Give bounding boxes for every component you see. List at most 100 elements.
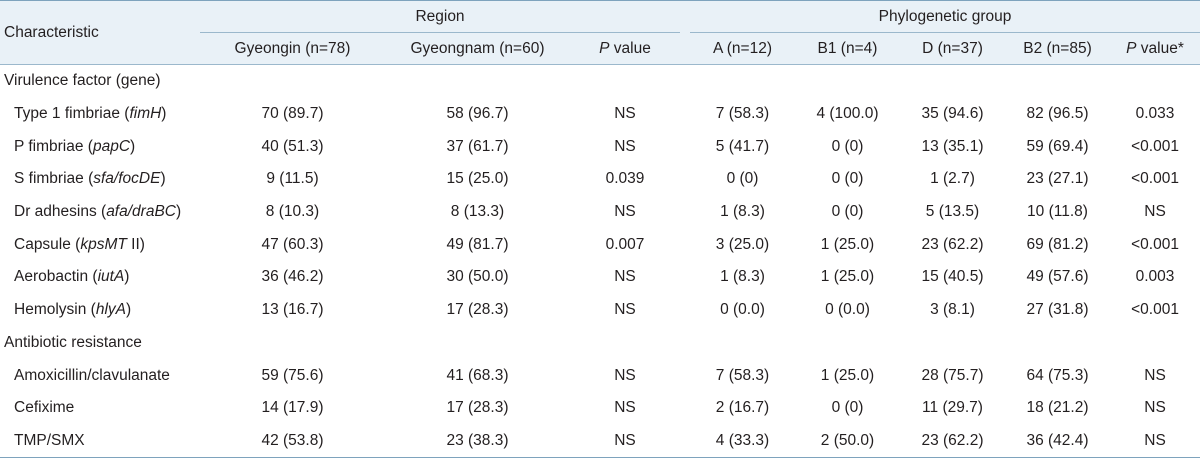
table-row: S fimbriae (sfa/focDE) 9 (11.5) 15 (25.0) 0… <box>0 163 1200 196</box>
phylogenetic-group-header: Phylogenetic group <box>690 0 1200 33</box>
section-title: Virulence factor (gene) <box>4 72 161 90</box>
cell-group-a: 1 (8.3) <box>720 268 765 286</box>
cell-group-b1: 0 (0) <box>831 203 864 221</box>
cell-gyeongnam: 58 (96.7) <box>446 105 509 123</box>
cell-gyeongin: 9 (11.5) <box>266 170 319 188</box>
col-group-a: A (n=12) <box>690 32 795 65</box>
cell-group-d: 13 (35.1) <box>921 137 984 155</box>
table-row: P fimbriae (papC) 40 (51.3) 37 (61.7) NS 5 (… <box>0 130 1200 163</box>
cell-group-b1: 1 (25.0) <box>820 366 875 384</box>
cell-group-a: 1 (8.3) <box>720 203 765 221</box>
row-label: Capsule (kpsMT II) <box>14 235 145 253</box>
cell-group-b2: 10 (11.8) <box>1027 203 1088 221</box>
cell-region-p-value: NS <box>570 424 680 459</box>
section-title: Antibiotic resistance <box>4 333 142 351</box>
row-label: Hemolysin (hlyA) <box>14 301 132 319</box>
cell-gyeongnam: 8 (13.3) <box>450 203 505 221</box>
cell-group-b2: 27 (31.8) <box>1026 301 1089 319</box>
cell-region-p-value: 0.039 <box>605 170 645 188</box>
characteristic-header: Characteristic <box>0 0 200 65</box>
cell-group-b2: 69 (81.2) <box>1026 235 1089 253</box>
cell-group-a: 5 (41.7) <box>715 137 770 155</box>
cell-region-p-value: NS <box>614 366 636 384</box>
table-row: Cefixime 14 (17.9) 17 (28.3) NS 2 (16.7) 0 (0… <box>0 392 1200 425</box>
row-label: S fimbriae (sfa/focDE) <box>14 170 166 188</box>
cell-group-d: 15 (40.5) <box>921 268 984 286</box>
table-row: Dr adhesins (afa/draBC) 8 (10.3) 8 (13.3) N… <box>0 196 1200 229</box>
cell-region-p-value: NS <box>614 399 636 417</box>
cell-group-d: 23 (62.2) <box>900 424 1005 459</box>
cell-group-a: 2 (16.7) <box>715 399 770 417</box>
cell-group-d: 5 (13.5) <box>925 203 980 221</box>
gene-name: fimH <box>129 105 162 123</box>
table-row: Aerobactin (iutA) 36 (46.2) 30 (50.0) NS 1 (… <box>0 261 1200 294</box>
cell-region-p-value: NS <box>614 268 636 286</box>
gene-name: iutA <box>97 268 125 286</box>
header-row-groups: Characteristic Region Phylogenetic group <box>0 0 1200 65</box>
cell-group-p-value: 0.033 <box>1135 105 1175 123</box>
cell-gyeongnam: 17 (28.3) <box>446 399 509 417</box>
region-header: Region <box>200 0 680 33</box>
table-row: Amoxicillin/clavulanate 59 (75.6) 41 (68.3… <box>0 359 1200 392</box>
cell-gyeongnam: 37 (61.7) <box>446 137 509 155</box>
cell-region-p-value: NS <box>614 203 636 221</box>
table-row: Capsule (kpsMT II) 47 (60.3) 49 (81.7) 0.00… <box>0 228 1200 261</box>
cell-group-b1: 0 (0) <box>831 170 864 188</box>
row-label: P fimbriae (papC) <box>14 137 136 155</box>
cell-gyeongnam: 23 (38.3) <box>385 424 570 459</box>
cell-group-p-value: NS <box>1144 399 1166 417</box>
cell-gyeongin: 40 (51.3) <box>261 137 324 155</box>
col-group-b2: B2 (n=85) <box>1005 32 1110 65</box>
cell-gyeongnam: 15 (25.0) <box>446 170 509 188</box>
col-group-p-value: P value* <box>1110 32 1200 65</box>
table-row: Type 1 fimbriae (fimH) 70 (89.7) 58 (96.7)… <box>0 98 1200 131</box>
cell-group-a: 0 (0.0) <box>720 301 765 319</box>
cell-gyeongnam: 49 (81.7) <box>446 235 509 253</box>
cell-region-p-value: NS <box>614 301 636 319</box>
gene-name: hlyA <box>95 301 126 319</box>
cell-group-a: 0 (0) <box>726 170 759 188</box>
cell-group-b1: 1 (25.0) <box>820 235 875 253</box>
cell-gyeongin: 59 (75.6) <box>261 366 324 384</box>
cell-gyeongin: 36 (46.2) <box>261 268 324 286</box>
cell-group-b2: 23 (27.1) <box>1026 170 1089 188</box>
section-row: Virulence factor (gene) <box>0 65 1200 98</box>
col-gyeongin: Gyeongin (n=78) <box>200 32 385 65</box>
table-row: Hemolysin (hlyA) 13 (16.7) 17 (28.3) NS 0 (0… <box>0 294 1200 327</box>
cell-gyeongin: 14 (17.9) <box>261 399 324 417</box>
cell-group-d: 1 (2.7) <box>930 170 975 188</box>
col-group-d: D (n=37) <box>900 32 1005 65</box>
cell-group-b2: 59 (69.4) <box>1026 137 1089 155</box>
cell-group-a: 3 (25.0) <box>715 235 770 253</box>
cell-region-p-value: NS <box>614 105 636 123</box>
cell-group-p-value: <0.001 <box>1131 170 1179 188</box>
cell-group-p-value: <0.001 <box>1131 301 1179 319</box>
cell-gyeongnam: 30 (50.0) <box>446 268 509 286</box>
cell-region-p-value: 0.007 <box>605 235 645 253</box>
gene-name: afa/draBC <box>106 203 176 221</box>
cell-group-a: 7 (58.3) <box>715 105 770 123</box>
gene-name: papC <box>92 137 131 155</box>
row-label: Amoxicillin/clavulanate <box>14 366 170 384</box>
cell-group-b1: 2 (50.0) <box>795 424 900 459</box>
section-row: Antibiotic resistance <box>0 327 1200 360</box>
cell-group-b2: 82 (96.5) <box>1026 105 1089 123</box>
row-label: Aerobactin (iutA) <box>14 268 130 286</box>
cell-gyeongnam: 41 (68.3) <box>446 366 509 384</box>
cell-group-a: 4 (33.3) <box>690 424 795 459</box>
col-region-p-value: P value <box>570 32 680 65</box>
cell-group-d: 28 (75.7) <box>921 366 984 384</box>
table-row: TMP/SMX 42 (53.8) 23 (38.3) NS 4 (33.3) 2 (50… <box>0 424 1200 459</box>
row-label: TMP/SMX <box>0 424 200 459</box>
cell-group-d: 23 (62.2) <box>921 235 984 253</box>
cell-group-b2: 18 (21.2) <box>1026 399 1089 417</box>
cell-group-b1: 0 (0) <box>831 137 864 155</box>
cell-gyeongin: 70 (89.7) <box>261 105 324 123</box>
cell-group-b2: 49 (57.6) <box>1026 268 1089 286</box>
row-label: Cefixime <box>14 399 75 417</box>
cell-group-d: 35 (94.6) <box>921 105 984 123</box>
gene-name: kpsMT <box>80 235 127 253</box>
gene-name: sfa/focDE <box>93 170 161 188</box>
cell-group-d: 11 (29.7) <box>922 399 983 417</box>
cell-group-p-value: NS <box>1144 203 1166 221</box>
